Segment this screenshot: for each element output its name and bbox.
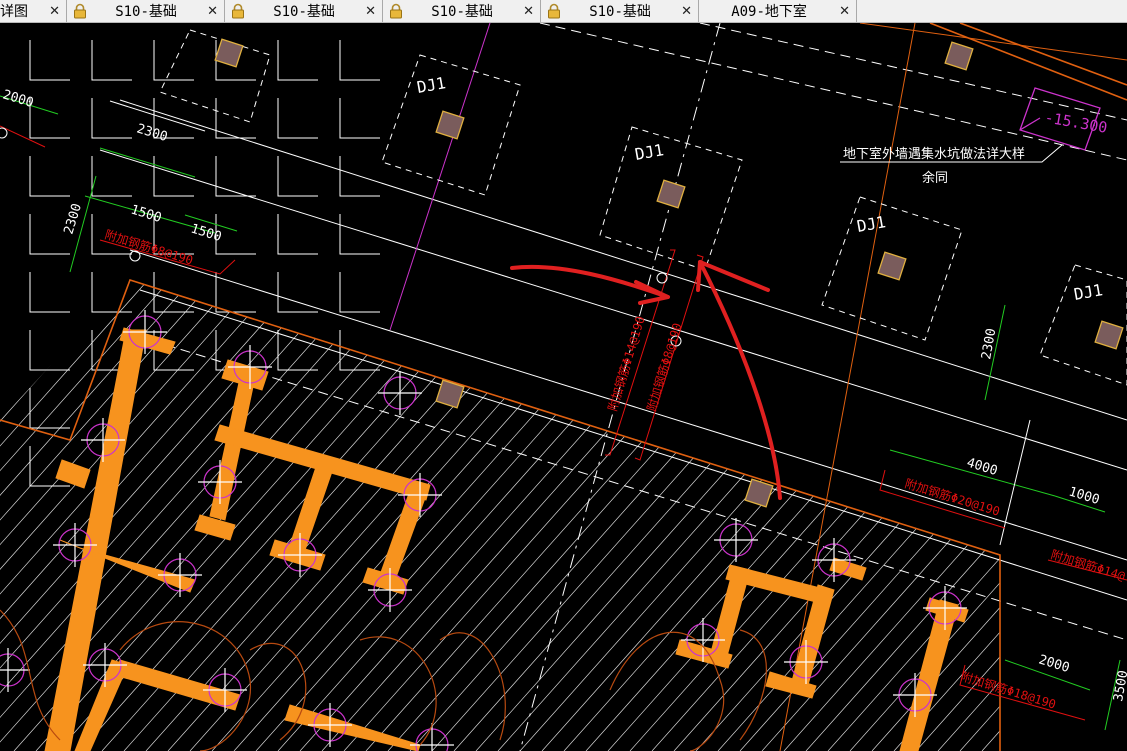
rebar-label: 附加钢筋Φ8@190 [103,227,195,268]
footing-label-dj1: DJ1 [855,212,887,236]
tab-s10-foundation-1[interactable]: S10-基础 ✕ [67,0,225,22]
tab-s10-foundation-4[interactable]: S10-基础 ✕ [541,0,699,22]
cad-drawing[interactable]: DJ1 DJ1 DJ1 DJ1 地下室外墙遇集水坑做法详大样 余同 -15.30… [0,23,1127,751]
rebar-label: 附加钢筋Φ14@190 [605,314,648,413]
rebar-label: 附加钢筋Φ18@190 [959,669,1058,712]
shear-walls [44,327,969,751]
close-icon[interactable]: ✕ [523,5,534,18]
dimension-label: 2000 [1037,652,1071,675]
footing-label-dj1: DJ1 [633,140,665,164]
footing-label-dj1: DJ1 [1072,280,1104,304]
lock-icon [547,3,561,19]
close-icon[interactable]: ✕ [839,5,850,18]
rebar-label: 附加钢筋Φ8@190 [644,321,685,413]
basement-outline [0,23,1127,751]
tab-a09-basement[interactable]: A09-地下室 ✕ [699,0,857,22]
note-subtext: 余同 [922,170,948,186]
close-icon[interactable]: ✕ [365,5,376,18]
tab-bar-empty-area [857,0,1127,22]
lock-icon [231,3,245,19]
tab-label: A09-地下室 [731,4,807,20]
lock-icon [389,3,403,19]
tab-label: S10-基础 [589,4,651,20]
dimension-label: 2300 [979,327,999,360]
tab-s10-foundation-3[interactable]: S10-基础 ✕ [383,0,541,22]
dimension-lines [0,95,1121,731]
document-tab-bar: 详图 ✕ S10-基础 ✕ S10-基础 ✕ S10-基础 ✕ S10-基础 ✕… [0,0,1127,23]
tab-detail[interactable]: 详图 ✕ [0,0,67,22]
dimension-label: 1500 [129,202,163,225]
close-icon[interactable]: ✕ [681,5,692,18]
close-icon[interactable]: ✕ [49,5,60,18]
tab-label: S10-基础 [273,4,335,20]
footing-label-dj1: DJ1 [415,73,447,97]
dimension-label: 2300 [135,121,169,144]
columns [214,38,1124,508]
dimension-label: 1000 [1067,484,1101,507]
note-text: 地下室外墙遇集水坑做法详大样 [843,146,1025,162]
close-icon[interactable]: ✕ [207,5,218,18]
tab-label: S10-基础 [115,4,177,20]
annotation-arrow [510,264,670,299]
tab-label: S10-基础 [431,4,493,20]
cad-application: 详图 ✕ S10-基础 ✕ S10-基础 ✕ S10-基础 ✕ S10-基础 ✕… [0,0,1127,751]
drawing-canvas[interactable]: DJ1 DJ1 DJ1 DJ1 地下室外墙遇集水坑做法详大样 余同 -15.30… [0,23,1127,751]
white-dimension-lines [109,100,1031,546]
tab-s10-foundation-2[interactable]: S10-基础 ✕ [225,0,383,22]
rebar-label: 附加钢筋Φ14@ [1049,547,1127,584]
dimension-label: 3500 [1111,669,1127,702]
dimension-label: 2000 [1,87,35,110]
tab-label: 详图 [0,4,28,20]
lock-icon [73,3,87,19]
